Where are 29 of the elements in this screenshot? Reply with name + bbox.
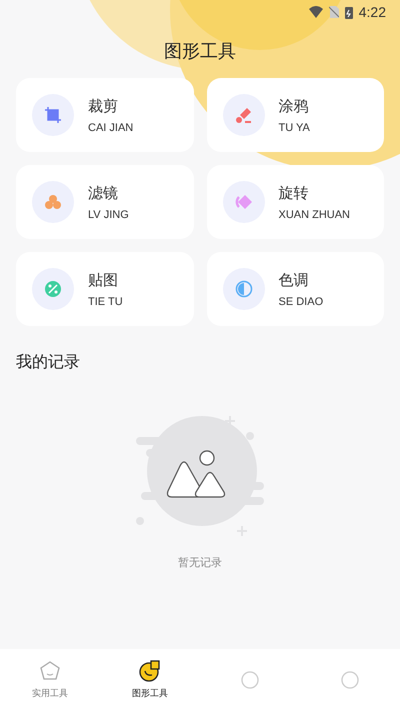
- section-title: 我的记录: [16, 352, 80, 373]
- tool-pinyin: TIE TU: [88, 296, 123, 308]
- wifi-icon: [308, 6, 323, 18]
- tool-card[interactable]: 色调 SE DIAO: [206, 252, 384, 326]
- tool-pinyin: TU YA: [278, 122, 310, 134]
- empty-text: 暂无记录: [178, 555, 222, 570]
- tool-pinyin: SE DIAO: [278, 296, 324, 308]
- tool-card[interactable]: 裁剪 CAI JIAN: [16, 78, 194, 152]
- tool-name: 滤镜: [88, 184, 119, 202]
- pentagon-icon: [39, 660, 61, 682]
- tab-icon: [339, 669, 361, 691]
- tool-card[interactable]: 旋转 XUAN ZHUAN: [206, 165, 384, 239]
- page-title: 图形工具: [164, 40, 236, 64]
- tool-card[interactable]: 涂鸦 TU YA: [206, 78, 384, 152]
- tool-card[interactable]: 贴图 TIE TU: [16, 252, 194, 326]
- pie-chart-icon: [139, 660, 161, 682]
- tool-card[interactable]: 滤镜 LV JING: [16, 165, 194, 239]
- tool-name: 色调: [278, 270, 310, 290]
- tool-pinyin: XUAN ZHUAN: [278, 208, 350, 220]
- tool-pinyin: LV JING: [88, 208, 129, 220]
- status-time: 4:22: [358, 4, 386, 20]
- tool-name: 涂鸦: [278, 96, 310, 116]
- nav-tab[interactable]: 图形工具: [100, 649, 200, 711]
- tool-name: 旋转: [278, 184, 310, 202]
- tab-icon: [239, 669, 261, 691]
- nav-tab[interactable]: 实用工具: [0, 649, 100, 711]
- tool-name: 贴图: [88, 270, 119, 290]
- tool-pinyin: CAI JIAN: [88, 122, 134, 134]
- tool-name: 裁剪: [88, 96, 119, 116]
